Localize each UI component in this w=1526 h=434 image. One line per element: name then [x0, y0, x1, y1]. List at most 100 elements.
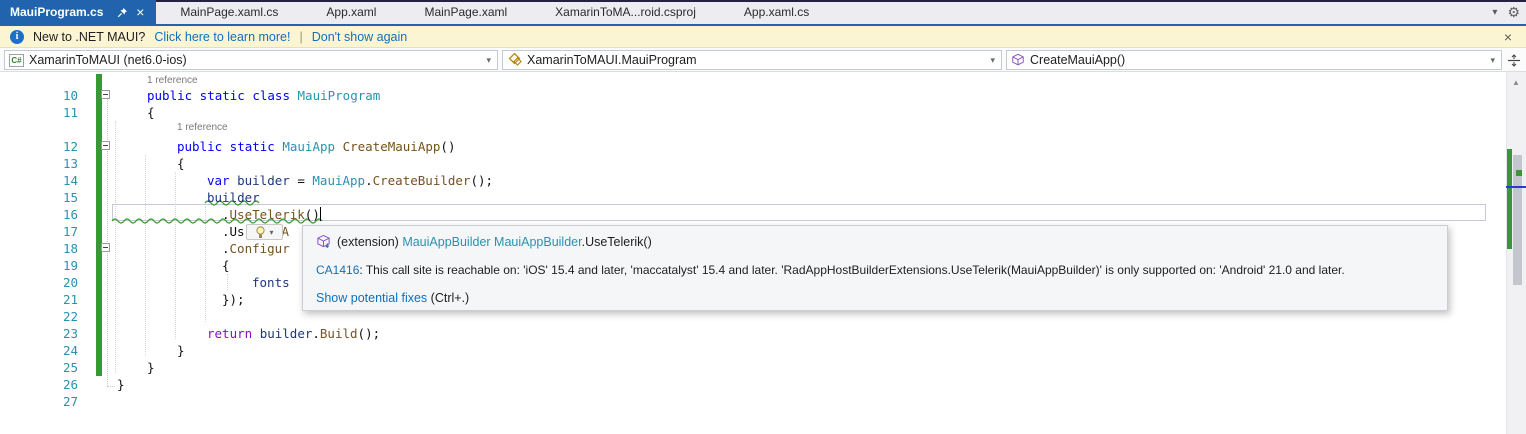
fold-guide-corner — [107, 386, 115, 387]
member-dropdown-value: CreateMauiApp() — [1030, 53, 1125, 67]
infobar-separator: | — [299, 30, 302, 44]
tab-mainpage-xaml[interactable]: MainPage.xaml — [400, 0, 531, 24]
tab-label: MainPage.xaml.cs — [180, 5, 278, 19]
infobar-text: New to .NET MAUI? — [33, 30, 145, 44]
indent-guide — [175, 172, 176, 339]
code-line-25[interactable]: } — [147, 359, 155, 376]
code-line-14[interactable]: var builder = MauiApp.CreateBuilder(); — [207, 172, 493, 189]
diagnostic-code-link[interactable]: CA1416 — [316, 263, 359, 277]
tab-label: XamarinToMA...roid.csproj — [555, 5, 696, 19]
line-number[interactable]: 23 — [30, 325, 78, 342]
tab-mainpage-xaml-cs[interactable]: MainPage.xaml.cs — [156, 0, 302, 24]
code-line-17[interactable]: .Us — [222, 223, 245, 240]
line-number[interactable]: 12 — [30, 138, 78, 155]
type-dropdown-value: XamarinToMAUI.MauiProgram — [527, 53, 697, 67]
tab-overflow-chevron-icon[interactable]: ▾ — [1492, 7, 1497, 18]
line-number[interactable]: 24 — [30, 342, 78, 359]
extension-method-cube-icon — [316, 234, 331, 249]
line-number[interactable]: 14 — [30, 172, 78, 189]
split-window-handle[interactable] — [1505, 51, 1523, 69]
indent-guide — [145, 155, 146, 356]
code-line-16[interactable]: .UseTelerik() — [222, 206, 320, 223]
line-number[interactable]: 27 — [30, 393, 78, 410]
class-icon — [507, 53, 522, 67]
line-number[interactable]: 10 — [30, 87, 78, 104]
overview-caret-marker — [1506, 186, 1526, 188]
window-top-edge — [152, 0, 1526, 2]
pin-icon[interactable] — [114, 4, 130, 20]
line-number[interactable]: 13 — [30, 155, 78, 172]
line-number[interactable]: 26 — [30, 376, 78, 393]
vs-editor-window: MauiProgram.cs × MainPage.xaml.cs App.xa… — [0, 0, 1526, 434]
modified-lines-bar — [96, 74, 102, 376]
diagnostic-tooltip: (extension) MauiAppBuilder MauiAppBuilde… — [302, 225, 1448, 311]
line-number[interactable]: 22 — [30, 308, 78, 325]
chevron-down-icon: ▾ — [486, 55, 493, 66]
quick-actions-lightbulb[interactable]: ▾ — [246, 224, 283, 240]
line-number[interactable]: 15 — [30, 189, 78, 206]
overview-modified-marker — [1507, 149, 1512, 249]
fold-collapse-icon[interactable] — [101, 243, 110, 252]
tab-label: App.xaml — [326, 5, 376, 19]
tooltip-diagnostic-message: CA1416: This call site is reachable on: … — [316, 263, 1345, 277]
tab-android-csproj[interactable]: XamarinToMA...roid.csproj — [531, 0, 720, 24]
fold-collapse-icon[interactable] — [101, 90, 110, 99]
indent-guide — [115, 121, 116, 373]
project-dropdown-value: XamarinToMAUI (net6.0-ios) — [29, 53, 187, 67]
tab-app-xaml[interactable]: App.xaml — [302, 0, 400, 24]
chevron-down-icon: ▾ — [1490, 55, 1497, 66]
code-line-15[interactable]: builder — [207, 189, 260, 206]
learn-more-link[interactable]: Click here to learn more! — [154, 30, 290, 44]
info-icon: i — [10, 30, 24, 44]
code-line-13[interactable]: { — [177, 155, 185, 172]
chevron-down-icon: ▾ — [990, 55, 997, 66]
member-dropdown[interactable]: CreateMauiApp() ▾ — [1006, 50, 1502, 70]
show-potential-fixes-link[interactable]: Show potential fixes — [316, 291, 427, 305]
code-line-18[interactable]: .Configur — [222, 240, 290, 257]
line-number[interactable]: 25 — [30, 359, 78, 376]
csharp-project-icon: C# — [9, 54, 24, 67]
line-number[interactable]: 20 — [30, 274, 78, 291]
close-icon[interactable]: × — [132, 4, 148, 20]
code-line-24[interactable]: } — [177, 342, 185, 359]
code-line-10[interactable]: public static class MauiProgram — [147, 87, 380, 104]
tab-label: App.xaml.cs — [744, 5, 809, 19]
line-number[interactable]: 18 — [30, 240, 78, 257]
fold-collapse-icon[interactable] — [101, 141, 110, 150]
code-line-20[interactable]: fonts — [252, 274, 290, 291]
overview-modified-marker-small — [1516, 170, 1522, 176]
line-number[interactable]: 19 — [30, 257, 78, 274]
line-number[interactable]: 17 — [30, 223, 78, 240]
code-line-21[interactable]: }); — [222, 291, 245, 308]
tab-label: MauiProgram.cs — [10, 5, 103, 19]
tab-mauiprogram-cs[interactable]: MauiProgram.cs × — [0, 0, 156, 24]
code-line-26[interactable]: } — [117, 376, 125, 393]
project-dropdown[interactable]: C# XamarinToMAUI (net6.0-ios) ▾ — [4, 50, 498, 70]
code-line-19[interactable]: { — [222, 257, 230, 274]
indent-guide — [227, 274, 228, 290]
text-caret — [320, 207, 321, 221]
chevron-down-icon: ▾ — [269, 228, 273, 237]
line-number[interactable]: 16 — [30, 206, 78, 223]
tab-options-gear-icon[interactable]: ⚙ — [1507, 5, 1520, 19]
dont-show-again-link[interactable]: Don't show again — [312, 30, 408, 44]
tab-app-xaml-cs[interactable]: App.xaml.cs — [720, 0, 833, 24]
method-cube-icon — [1011, 53, 1025, 67]
code-line-23[interactable]: return builder.Build(); — [207, 325, 380, 342]
scrollbar-up-arrow[interactable]: ▲ — [1506, 78, 1526, 87]
maui-info-bar: i New to .NET MAUI? Click here to learn … — [0, 26, 1526, 48]
type-dropdown[interactable]: XamarinToMAUI.MauiProgram ▾ — [502, 50, 1002, 70]
code-line-12[interactable]: public static MauiApp CreateMauiApp() — [177, 138, 455, 155]
tooltip-fixes-row: Show potential fixes (Ctrl+.) — [316, 291, 469, 305]
infobar-close-icon[interactable]: × — [1504, 29, 1512, 45]
code-line-11[interactable]: { — [147, 104, 155, 121]
line-number[interactable]: 21 — [30, 291, 78, 308]
tabstrip-controls: ▾ ⚙ — [1492, 0, 1526, 24]
codelens-references[interactable]: 1 reference — [147, 74, 198, 87]
lightbulb-icon — [255, 226, 266, 239]
document-tab-bar: MauiProgram.cs × MainPage.xaml.cs App.xa… — [0, 0, 1526, 24]
tooltip-signature: (extension) MauiAppBuilder MauiAppBuilde… — [316, 234, 652, 249]
active-tab-underline — [0, 24, 1526, 26]
codelens-references[interactable]: 1 reference — [177, 121, 228, 134]
line-number[interactable]: 11 — [30, 104, 78, 121]
